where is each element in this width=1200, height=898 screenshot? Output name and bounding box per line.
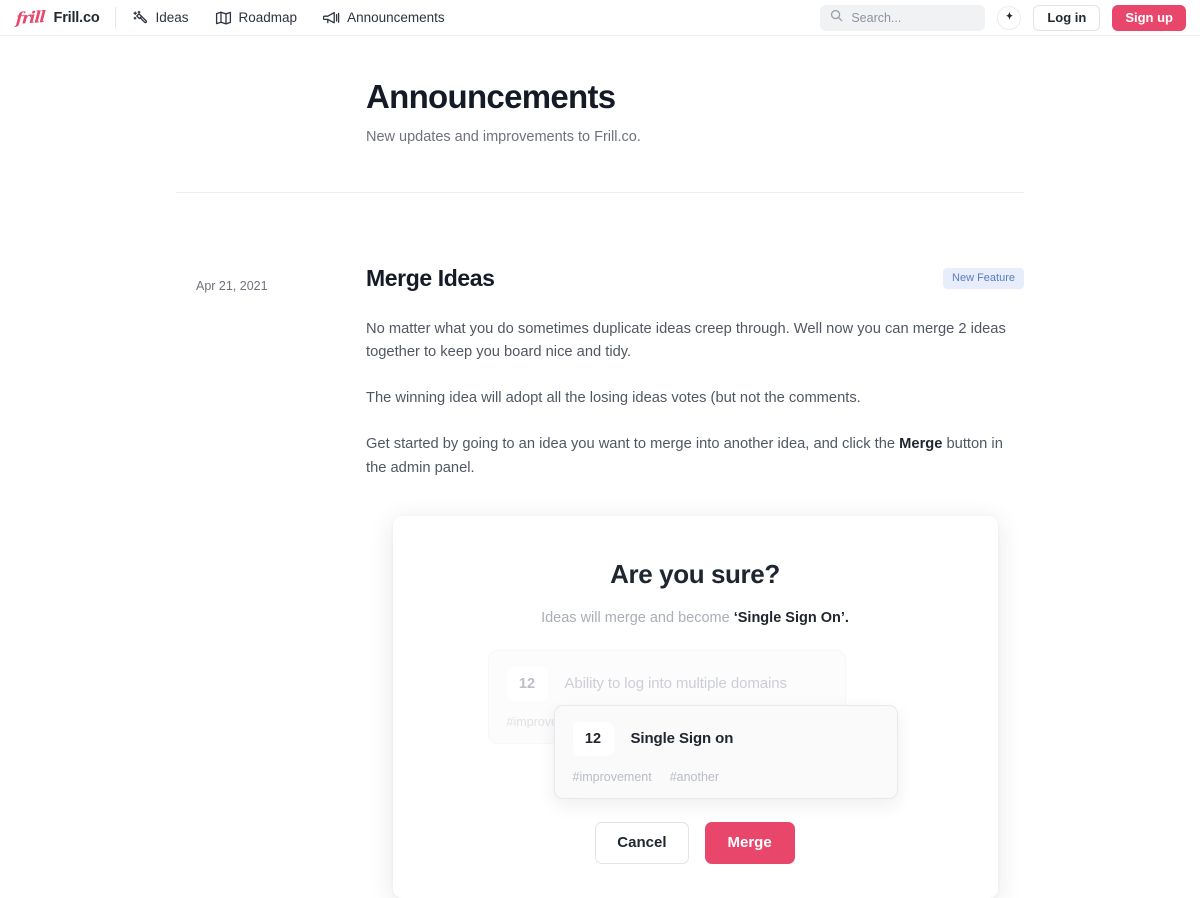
idea-tags: #improvement #another (573, 770, 879, 784)
announcement-post: Apr 21, 2021 Merge Ideas New Feature No … (176, 193, 1024, 898)
merge-keyword: Merge (899, 435, 943, 452)
idea-title: Ability to log into multiple domains (564, 675, 787, 693)
navbar-links: Ideas Roadmap Announcements (122, 5, 454, 31)
dialog-subtitle: Ideas will merge and become ‘Single Sign… (393, 610, 998, 626)
navbar-divider (115, 6, 117, 29)
sparkle-button[interactable] (997, 5, 1022, 30)
sparkle-icon (1004, 10, 1015, 25)
nav-link-ideas[interactable]: Ideas (122, 5, 198, 31)
nav-link-announcements[interactable]: Announcements (313, 5, 455, 31)
vote-count: 12 (572, 721, 614, 756)
dialog-title: Are you sure? (610, 558, 780, 589)
nav-link-label: Announcements (347, 10, 445, 25)
post-body: Merge Ideas New Feature No matter what y… (366, 265, 1024, 898)
page-content: Announcements New updates and improvemen… (0, 36, 1200, 898)
post-header: Merge Ideas New Feature (366, 265, 1024, 293)
signup-button[interactable]: Sign up (1112, 4, 1186, 31)
brand-name: Frill.co (53, 9, 100, 26)
idea-row: 12 Ability to log into multiple domains (506, 666, 827, 701)
content-container: Announcements New updates and improvemen… (176, 36, 1024, 898)
megaphone-icon (323, 10, 340, 26)
frill-logo-icon: frill (15, 6, 46, 28)
idea-row: 12 Single Sign on (572, 721, 879, 756)
post-paragraph: No matter what you do sometimes duplicat… (366, 320, 1006, 361)
login-button[interactable]: Log in (1033, 4, 1101, 31)
page-title: Announcements (366, 78, 616, 115)
post-date: Apr 21, 2021 (196, 278, 268, 293)
page-subtitle: New updates and improvements to Frill.co… (366, 128, 641, 145)
nav-link-label: Roadmap (238, 10, 298, 25)
embedded-screenshot-wrap: Are you sure? Ideas will merge and becom… (366, 515, 1024, 898)
vote-count: 12 (506, 666, 548, 701)
search-input[interactable] (851, 10, 976, 25)
idea-card-winning: 12 Single Sign on #improvement #another (553, 704, 898, 799)
dialog-actions: Cancel Merge (393, 821, 998, 864)
search-icon (830, 9, 843, 27)
magic-wand-icon (132, 10, 148, 26)
search-box[interactable] (820, 4, 986, 31)
idea-tag: #another (669, 769, 720, 784)
brand-home-link[interactable]: frill Frill.co (15, 6, 115, 28)
top-navbar: frill Frill.co Ideas Roadmap Announcemen… (0, 0, 1200, 36)
idea-tag: #improvement (572, 769, 652, 784)
paragraph-text-before: Get started by going to an idea you want… (366, 435, 900, 452)
navbar-actions: Log in Sign up (820, 4, 1186, 31)
cancel-button[interactable]: Cancel (595, 821, 689, 864)
dialog-subtitle-text: Ideas will merge and become (541, 609, 734, 626)
page-header: Announcements New updates and improvemen… (176, 36, 1024, 145)
idea-cards: 12 Ability to log into multiple domains … (393, 649, 998, 810)
status-badge: New Feature (943, 267, 1024, 289)
post-title: Merge Ideas (366, 264, 495, 291)
merge-confirm-dialog-image: Are you sure? Ideas will merge and becom… (392, 515, 998, 898)
nav-link-roadmap[interactable]: Roadmap (205, 5, 308, 31)
merge-button[interactable]: Merge (704, 821, 795, 864)
post-paragraph: Get started by going to an idea you want… (366, 433, 1024, 481)
idea-title: Single Sign on (630, 730, 734, 748)
dialog-subtitle-idea: ‘Single Sign On’. (733, 609, 849, 626)
map-icon (215, 10, 232, 26)
post-paragraph: The winning idea will adopt all the losi… (366, 390, 861, 407)
nav-link-label: Ideas (155, 10, 189, 25)
